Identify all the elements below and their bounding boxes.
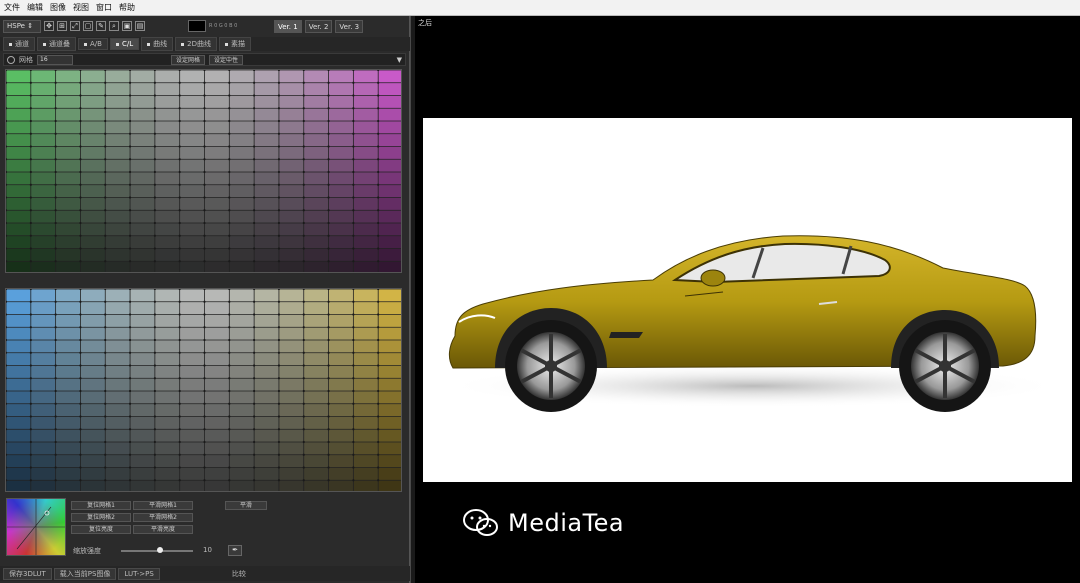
tab-ab[interactable]: A/B: [78, 38, 108, 50]
color-wheel[interactable]: [6, 498, 66, 556]
tab-label: 2D曲线: [187, 40, 211, 48]
tab-label: 通道叠: [49, 40, 70, 48]
bullet-icon: [43, 42, 46, 46]
menu-item[interactable]: 视图: [73, 2, 89, 13]
toolbar: HSPe ⇕ ✥ ⊞ ⤢ ▢ ✎ ⌕ ▣ ▤ R 0 G 0 B 0 Ver. …: [0, 18, 410, 34]
strength-value: 10: [203, 546, 212, 554]
menu-item[interactable]: 编辑: [27, 2, 43, 13]
bullet-icon: [147, 42, 151, 46]
grid-bar: 网格 16 设定网格 设定中性 ▼: [3, 53, 406, 66]
preview-panel: 之后: [415, 16, 1080, 583]
menu-item[interactable]: 文件: [4, 2, 20, 13]
bullet-icon: [224, 42, 228, 46]
bullet-icon: [115, 42, 119, 46]
zoom-icon[interactable]: ⌕: [109, 21, 119, 31]
compare-toggle[interactable]: 比较: [232, 569, 246, 579]
tab-label: A/B: [90, 40, 102, 48]
mode-select[interactable]: HSPe ⇕: [3, 19, 41, 33]
smooth-luma-button[interactable]: 平滑亮度: [133, 525, 193, 534]
version-3-button[interactable]: Ver. 3: [335, 19, 364, 33]
expand-icon[interactable]: ⤢: [70, 21, 80, 31]
reset-grid-2-button[interactable]: 复位网格2: [71, 513, 131, 522]
circle-icon[interactable]: [7, 55, 15, 64]
set-grid-button[interactable]: 设定网格: [171, 54, 206, 65]
menu-item[interactable]: 帮助: [119, 2, 135, 13]
bullet-icon: [9, 42, 12, 46]
grid-label: 网格: [19, 55, 33, 64]
watermark: MediaTea: [462, 508, 624, 538]
tab-curves[interactable]: 曲线: [141, 37, 174, 51]
reset-grid-1-button[interactable]: 复位网格1: [71, 501, 131, 510]
eyedropper-icon[interactable]: ✒: [228, 545, 242, 556]
preview-label: 之后: [418, 19, 432, 27]
color-grid-upper[interactable]: [5, 69, 402, 273]
controls-area: 复位网格1 平滑网格1 复位网格2 平滑网格2 复位亮度 平滑亮度 平滑 缩放强…: [3, 494, 407, 564]
menu-item[interactable]: 窗口: [96, 2, 112, 13]
smooth-button[interactable]: 平滑: [225, 501, 267, 510]
tab-sketch[interactable]: 素描: [218, 37, 251, 51]
version-2-button[interactable]: Ver. 2: [304, 19, 333, 33]
tab-channel[interactable]: 通道: [3, 37, 35, 51]
rgb-readout: R 0 G 0 B 0: [209, 23, 238, 29]
set-neutral-button[interactable]: 设定中性: [209, 54, 244, 65]
color-grid-lower-canvas[interactable]: [6, 289, 402, 492]
eyedropper-icon[interactable]: ✎: [96, 21, 106, 31]
strength-label: 缩放强度: [73, 547, 101, 555]
frame-icon[interactable]: ▣: [122, 21, 132, 31]
bullet-icon: [181, 42, 185, 46]
preview-image[interactable]: [423, 118, 1072, 482]
slider-knob[interactable]: [157, 547, 163, 553]
car-illustration: [443, 235, 1063, 412]
wechat-icon: [463, 509, 498, 536]
tab-channel-overlay[interactable]: 通道叠: [37, 37, 76, 51]
save-3dlut-button[interactable]: 保存3DLUT: [3, 567, 52, 580]
tab-cl[interactable]: C/L: [109, 38, 140, 50]
color-grid-upper-canvas[interactable]: [6, 70, 402, 273]
lut-editor-panel: HSPe ⇕ ✥ ⊞ ⤢ ▢ ✎ ⌕ ▣ ▤ R 0 G 0 B 0 Ver. …: [0, 16, 410, 583]
smooth-grid-2-button[interactable]: 平滑网格2: [133, 513, 193, 522]
load-ps-image-button[interactable]: 载入当前PS图像: [53, 567, 117, 580]
window-icon[interactable]: ▤: [135, 21, 145, 31]
watermark-text: MediaTea: [508, 509, 625, 537]
bullet-icon: [84, 42, 87, 46]
mode-select-value: HSPe: [7, 22, 25, 30]
grid-size-value: 16: [40, 55, 48, 63]
dropdown-triangle-icon[interactable]: ▼: [397, 56, 402, 64]
strength-slider[interactable]: [121, 547, 193, 553]
tab-label: C/L: [121, 40, 134, 48]
move-icon[interactable]: ✥: [44, 21, 54, 31]
color-swatch[interactable]: [188, 20, 206, 32]
version-1-button[interactable]: Ver. 1: [274, 19, 302, 33]
reset-luma-button[interactable]: 复位亮度: [71, 525, 131, 534]
rect-select-icon[interactable]: ▢: [83, 21, 93, 31]
mode-tabs: 通道 通道叠 A/B C/L 曲线 2D曲线 素描: [0, 37, 410, 51]
menu-item[interactable]: 图像: [50, 2, 66, 13]
tab-2d-curves[interactable]: 2D曲线: [175, 37, 217, 51]
footer-bar: 保存3DLUT 载入当前PS图像 LUT->PS 比较: [0, 566, 410, 581]
color-grid-lower[interactable]: [5, 288, 402, 492]
smooth-grid-1-button[interactable]: 平滑网格1: [133, 501, 193, 510]
grid-icon[interactable]: ⊞: [57, 21, 67, 31]
grid-size-spinner[interactable]: 16: [37, 54, 73, 65]
tab-label: 素描: [230, 40, 245, 48]
menu-bar: 文件 编辑 图像 视图 窗口 帮助: [0, 0, 1080, 16]
tab-label: 曲线: [153, 40, 168, 48]
wheel-crosshair-icon: [7, 499, 65, 555]
lut-to-ps-button[interactable]: LUT->PS: [118, 567, 160, 580]
tab-label: 通道: [15, 40, 29, 48]
